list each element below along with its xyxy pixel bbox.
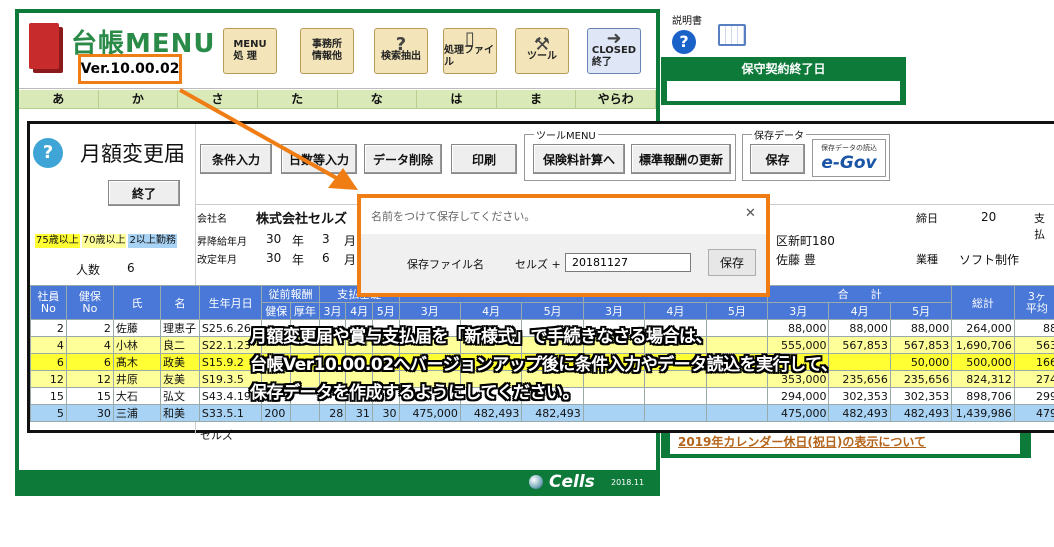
file-name-label: 保存ファイル名 <box>407 258 484 271</box>
overlay-line-1: 月額変更届や賞与支払届を「新様式」で手続きなさる場合は、 <box>250 327 713 347</box>
save-dialog: 名前をつけて保存してください。 ✕ 保存ファイル名 セルズ + 保存 <box>357 194 770 297</box>
overlay-line-2: 台帳Ver10.00.02へバージョンアップ後に条件入力やデータ読込を実行して、 <box>250 355 838 375</box>
dialog-save-button[interactable]: 保存 <box>708 249 756 276</box>
save-dialog-body: 保存ファイル名 セルズ + 保存 <box>361 234 766 293</box>
close-icon[interactable]: ✕ <box>745 206 756 221</box>
save-dialog-titlebar: 名前をつけて保存してください。 ✕ <box>361 198 766 234</box>
file-name-input[interactable] <box>565 253 691 272</box>
save-dialog-title: 名前をつけて保存してください。 <box>371 210 536 223</box>
overlay-line-3: 保存データを作成するようにしてください。 <box>250 383 579 403</box>
arrow-line <box>179 88 341 182</box>
file-prefix: セルズ + <box>515 258 561 271</box>
arrow-head <box>328 168 358 190</box>
